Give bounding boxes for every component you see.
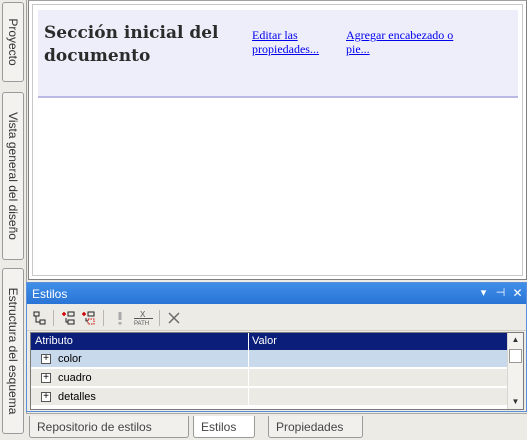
- toolbar-separator: [53, 310, 54, 326]
- attribute-name: cuadro: [58, 372, 92, 384]
- cell-divider: [248, 388, 249, 406]
- column-header-valor[interactable]: Valor: [252, 335, 277, 347]
- styles-panel-titlebar[interactable]: Estilos ▾ ⊣ ✕: [27, 283, 526, 304]
- tab-proyecto-label: Proyecto: [6, 18, 20, 66]
- tab-vista-general-label: Vista general del diseño: [6, 112, 20, 240]
- tab-estructura-esquema-label: Estructura del esquema: [6, 287, 20, 415]
- design-canvas[interactable]: Sección inicial del documento Editar las…: [28, 0, 527, 280]
- column-divider[interactable]: [248, 333, 249, 350]
- scrollbar-thumb[interactable]: [509, 349, 522, 363]
- tab-estilos-label: Estilos: [201, 420, 237, 434]
- vertical-scrollbar[interactable]: ▲ ▼: [507, 333, 523, 409]
- cell-divider: [248, 350, 249, 368]
- bottom-tab-strip: Repositorio de estilos Estilos Propiedad…: [26, 413, 527, 440]
- tab-estructura-esquema[interactable]: Estructura del esquema: [2, 268, 24, 434]
- add-selector-icon[interactable]: [60, 309, 78, 327]
- table-row[interactable]: + color: [31, 350, 507, 368]
- add-style-icon[interactable]: [80, 309, 98, 327]
- scroll-down-icon[interactable]: ▼: [508, 395, 523, 409]
- table-row[interactable]: + detalles: [31, 388, 507, 406]
- tab-propiedades-label: Propiedades: [276, 420, 344, 434]
- tab-proyecto[interactable]: Proyecto: [2, 2, 24, 82]
- tab-estilos[interactable]: Estilos: [193, 416, 255, 438]
- styles-toolbar: X PATH: [27, 305, 526, 331]
- pin-icon[interactable]: ⊣: [494, 286, 507, 300]
- expand-icon[interactable]: +: [41, 354, 51, 364]
- edit-properties-link[interactable]: Editar las propiedades...: [252, 28, 330, 56]
- styles-panel: Estilos ▾ ⊣ ✕ X PATH Atributo Valor + co…: [26, 282, 527, 412]
- xpath-icon[interactable]: X PATH: [133, 309, 153, 327]
- scroll-up-icon[interactable]: ▲: [508, 333, 523, 347]
- expand-icon[interactable]: +: [41, 392, 51, 402]
- column-header-atributo[interactable]: Atributo: [35, 335, 73, 347]
- table-row[interactable]: + cuadro: [31, 369, 507, 387]
- styles-panel-title: Estilos: [32, 287, 68, 301]
- attribute-name: detalles: [58, 391, 96, 403]
- toolbar-separator: [159, 310, 160, 326]
- app-window: Proyecto Vista general del diseño Estruc…: [0, 0, 527, 440]
- tab-repositorio-estilos-label: Repositorio de estilos: [37, 420, 152, 434]
- tree-view-icon[interactable]: [31, 309, 49, 327]
- svg-text:PATH: PATH: [134, 321, 149, 327]
- svg-text:X: X: [140, 310, 146, 319]
- toolbar-separator: [103, 310, 104, 326]
- add-header-footer-link[interactable]: Agregar encabezado o pie...: [346, 28, 464, 56]
- cell-divider: [248, 369, 249, 387]
- section-title: Sección inicial del documento: [44, 23, 219, 66]
- tab-repositorio-estilos[interactable]: Repositorio de estilos: [29, 416, 189, 438]
- expand-icon[interactable]: +: [41, 373, 51, 383]
- attribute-name: color: [58, 353, 82, 365]
- attributes-grid: Atributo Valor + color + cuadro + detall…: [30, 332, 524, 410]
- priority-icon[interactable]: [111, 309, 129, 327]
- grid-header: Atributo Valor: [31, 333, 507, 350]
- tab-vista-general[interactable]: Vista general del diseño: [2, 92, 24, 260]
- canvas-frame: Sección inicial del documento Editar las…: [32, 4, 523, 276]
- delete-icon[interactable]: [165, 309, 183, 327]
- tab-propiedades[interactable]: Propiedades: [268, 416, 363, 438]
- close-icon[interactable]: ✕: [511, 286, 524, 300]
- initial-section-band[interactable]: Sección inicial del documento Editar las…: [38, 10, 518, 98]
- left-tab-strip: Proyecto Vista general del diseño Estruc…: [0, 0, 27, 440]
- panel-menu-icon[interactable]: ▾: [477, 286, 490, 300]
